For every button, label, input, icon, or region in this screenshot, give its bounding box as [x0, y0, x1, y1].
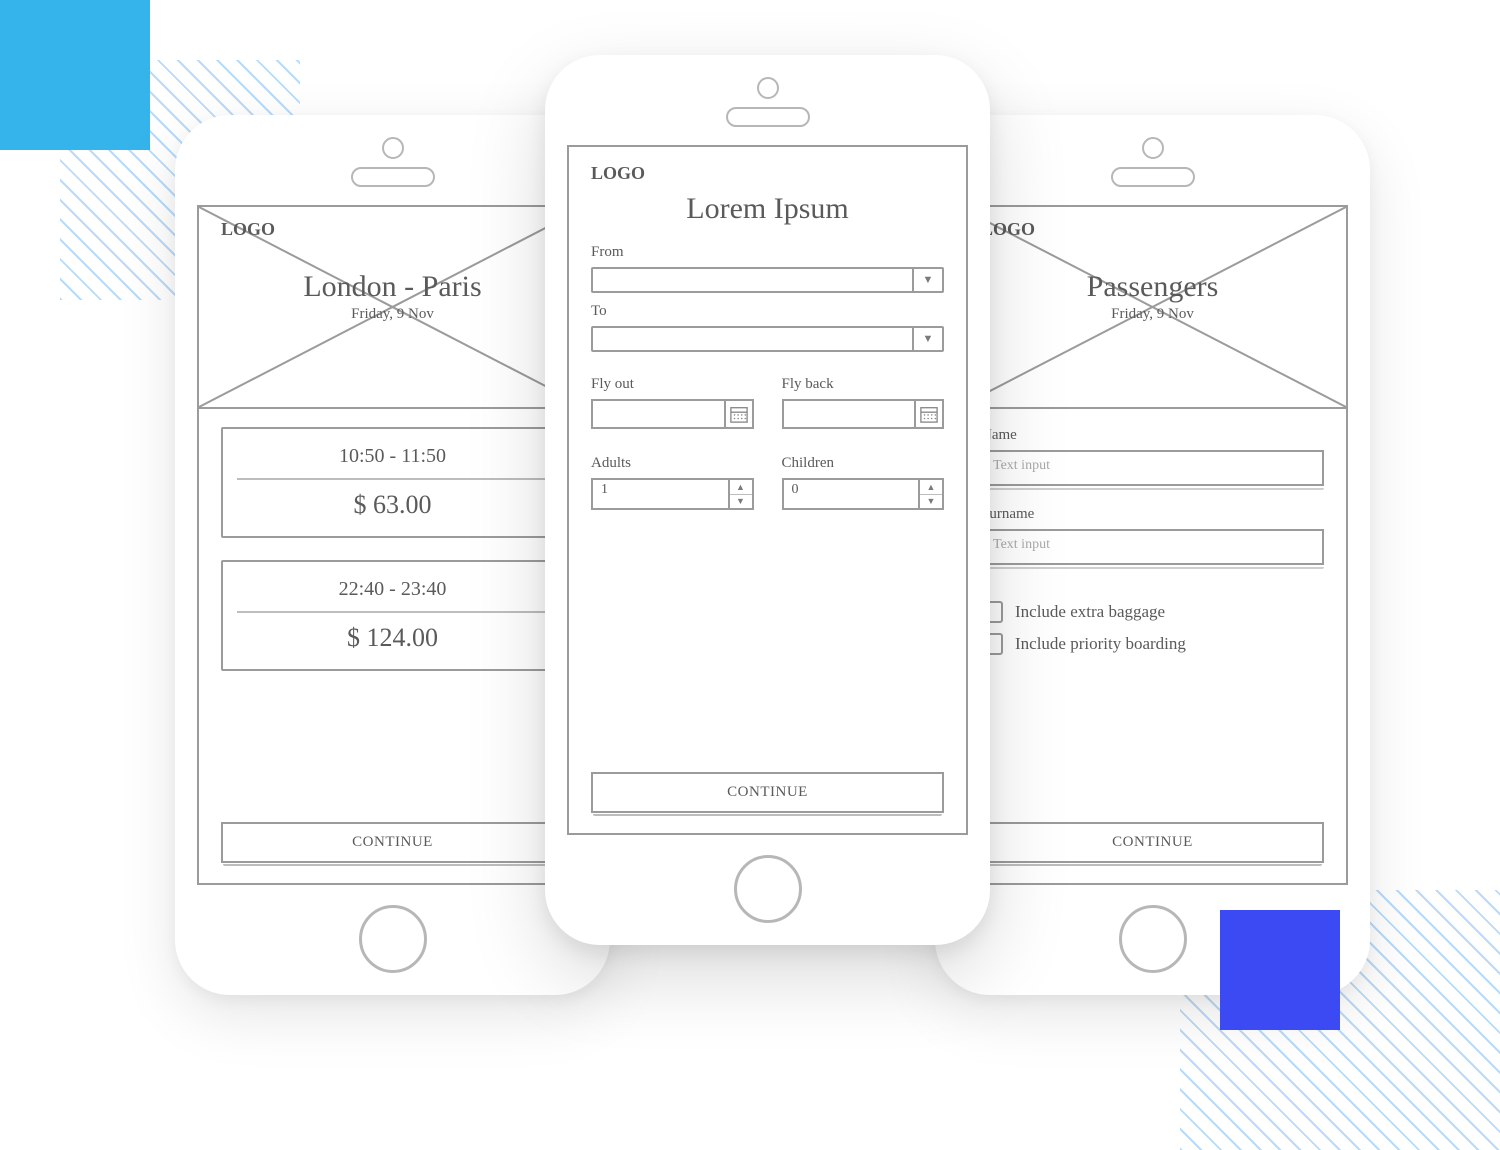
phone-frame-passengers: LOGO Passengers Friday, 9 Nov Name Text … — [935, 115, 1370, 995]
stepper-down-icon[interactable]: ▼ — [920, 495, 942, 509]
page-subtitle: Friday, 9 Nov — [981, 306, 1324, 323]
page-title: Passengers — [981, 270, 1324, 304]
stepper-down-icon[interactable]: ▼ — [730, 495, 752, 509]
home-button[interactable] — [734, 855, 802, 923]
from-label: From — [591, 244, 944, 261]
home-button[interactable] — [1119, 905, 1187, 973]
hero-image-placeholder: LOGO London - Paris Friday, 9 Nov — [199, 207, 586, 409]
flyback-label: Fly back — [782, 376, 945, 393]
logo-text: LOGO — [591, 163, 944, 184]
chevron-down-icon: ▼ — [912, 269, 942, 291]
flight-time: 10:50 - 11:50 — [237, 439, 548, 478]
stepper-up-icon[interactable]: ▲ — [730, 480, 752, 495]
phone-speaker — [1111, 167, 1195, 187]
phone-camera — [757, 77, 779, 99]
page-title: Lorem Ipsum — [591, 192, 944, 226]
decorative-square-bottom — [1220, 910, 1340, 1030]
children-stepper[interactable]: 0 ▲▼ — [782, 478, 945, 510]
hero-image-placeholder: LOGO Passengers Friday, 9 Nov — [959, 207, 1346, 409]
flyback-date-input[interactable] — [782, 399, 945, 429]
flight-card[interactable]: 10:50 - 11:50 $ 63.00 — [221, 427, 564, 538]
priority-checkbox[interactable]: Include priority boarding — [981, 633, 1324, 655]
calendar-icon[interactable] — [724, 399, 754, 429]
surname-input[interactable]: Text input — [981, 529, 1324, 565]
flyout-label: Fly out — [591, 376, 754, 393]
screen-search: LOGO Lorem Ipsum From ▼ To ▼ Fly out — [567, 145, 968, 835]
screen-flights: LOGO London - Paris Friday, 9 Nov 10:50 … — [197, 205, 588, 885]
baggage-label: Include extra baggage — [1015, 602, 1165, 622]
from-dropdown[interactable]: ▼ — [591, 267, 944, 293]
flight-time: 22:40 - 23:40 — [237, 572, 548, 611]
children-label: Children — [782, 455, 945, 472]
to-dropdown[interactable]: ▼ — [591, 326, 944, 352]
flight-price: $ 63.00 — [237, 478, 548, 520]
home-button[interactable] — [359, 905, 427, 973]
logo-text: LOGO — [981, 219, 1324, 240]
screen-passengers: LOGO Passengers Friday, 9 Nov Name Text … — [957, 205, 1348, 885]
to-label: To — [591, 303, 944, 320]
wireframe-mockup: LOGO London - Paris Friday, 9 Nov 10:50 … — [0, 0, 1500, 1150]
page-subtitle: Friday, 9 Nov — [221, 306, 564, 323]
flight-price: $ 124.00 — [237, 611, 548, 653]
decorative-square-top — [0, 0, 150, 150]
continue-button[interactable]: CONTINUE — [591, 772, 944, 813]
adults-label: Adults — [591, 455, 754, 472]
continue-button[interactable]: CONTINUE — [981, 822, 1324, 863]
flyout-date-input[interactable] — [591, 399, 754, 429]
chevron-down-icon: ▼ — [912, 328, 942, 350]
logo-text: LOGO — [221, 219, 564, 240]
surname-label: Surname — [981, 506, 1324, 523]
name-input[interactable]: Text input — [981, 450, 1324, 486]
calendar-icon[interactable] — [914, 399, 944, 429]
phone-camera — [1142, 137, 1164, 159]
phone-speaker — [351, 167, 435, 187]
baggage-checkbox[interactable]: Include extra baggage — [981, 601, 1324, 623]
phone-camera — [382, 137, 404, 159]
phone-frame-search: LOGO Lorem Ipsum From ▼ To ▼ Fly out — [545, 55, 990, 945]
children-value: 0 — [784, 480, 919, 508]
name-label: Name — [981, 427, 1324, 444]
adults-value: 1 — [593, 480, 728, 508]
priority-label: Include priority boarding — [1015, 634, 1186, 654]
page-title: London - Paris — [221, 270, 564, 304]
adults-stepper[interactable]: 1 ▲▼ — [591, 478, 754, 510]
phone-speaker — [726, 107, 810, 127]
flight-card[interactable]: 22:40 - 23:40 $ 124.00 — [221, 560, 564, 671]
continue-button[interactable]: CONTINUE — [221, 822, 564, 863]
stepper-up-icon[interactable]: ▲ — [920, 480, 942, 495]
